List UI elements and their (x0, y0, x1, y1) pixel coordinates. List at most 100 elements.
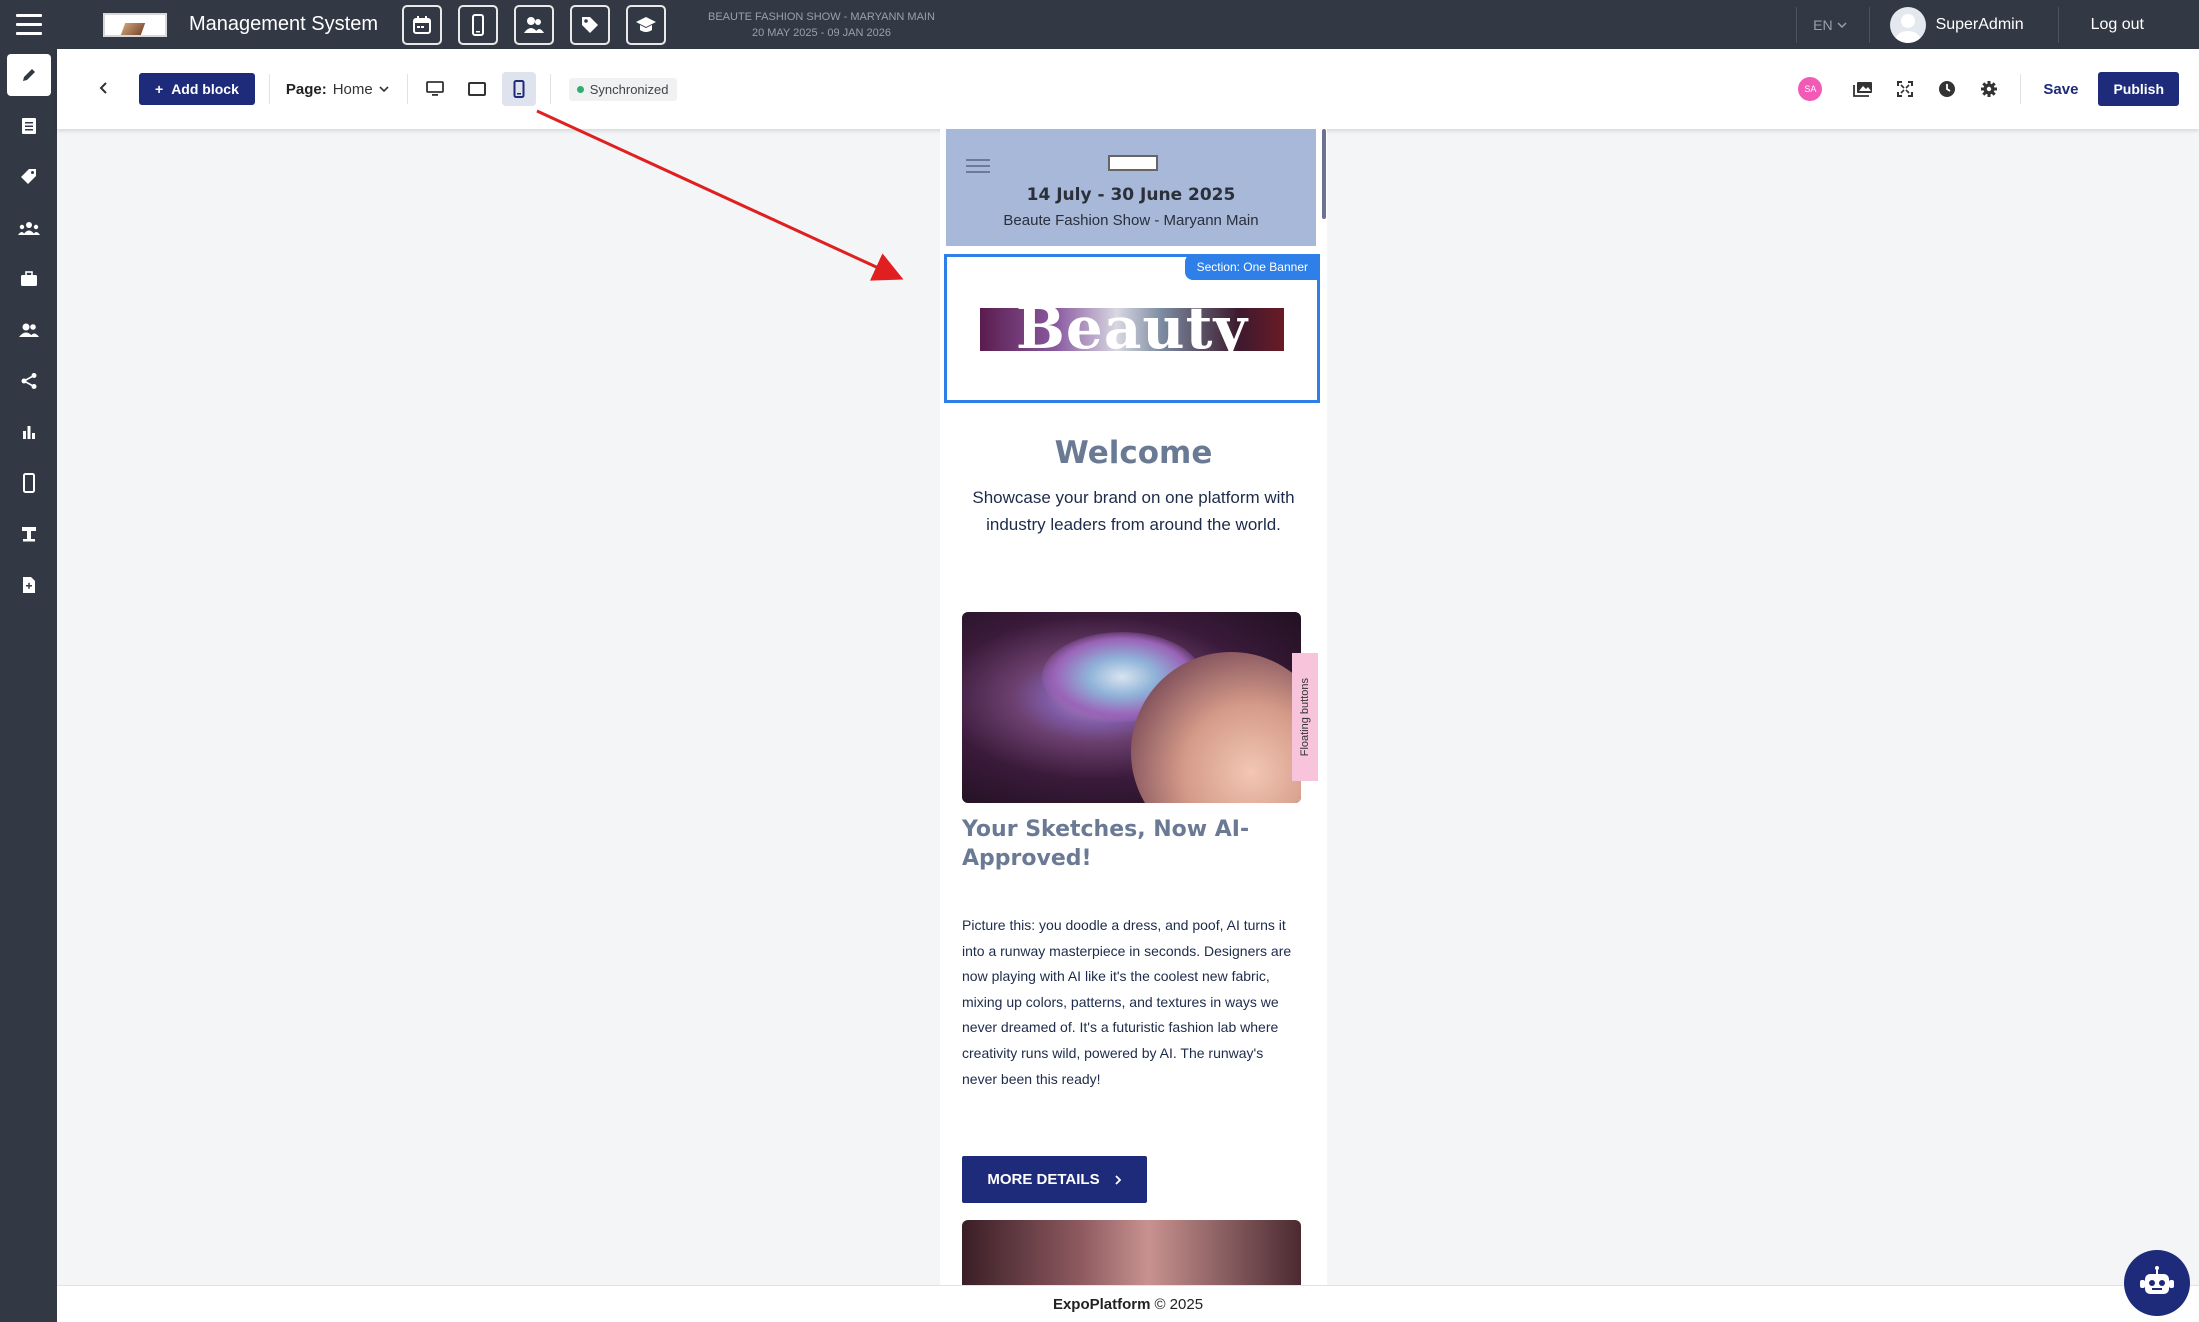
sidebar (0, 49, 57, 1322)
mobile-view-button[interactable] (501, 72, 536, 106)
floating-buttons-label: Floating buttons (1299, 677, 1311, 757)
sidebar-item-mobile[interactable] (0, 457, 57, 508)
add-block-label: Add block (171, 81, 239, 97)
page-select[interactable]: Page: Home (286, 81, 389, 98)
divider (1868, 6, 1870, 43)
section-tag[interactable]: Section: One Banner (1184, 254, 1320, 280)
add-block-button[interactable]: + Add block (139, 73, 255, 105)
username[interactable]: SuperAdmin (1936, 16, 2024, 34)
banner-image: Beauty (980, 308, 1284, 351)
editor-toolbar: + Add block Page: Home Synchronized SA S… (57, 49, 2199, 129)
calendar-icon[interactable] (401, 4, 442, 45)
app-title: Management System (189, 13, 378, 35)
divider (549, 74, 551, 104)
welcome-title: Welcome (1054, 435, 1213, 471)
preview-scrollbar[interactable] (1322, 129, 1326, 219)
footer-copyright: © 2025 (1154, 1295, 1204, 1313)
event-logo (1108, 155, 1158, 171)
card-image-2 (962, 1220, 1301, 1285)
mobile-icon (22, 472, 35, 493)
graduation-cap-icon[interactable] (625, 4, 666, 45)
tag-icon[interactable] (569, 4, 610, 45)
booth-icon (21, 526, 36, 541)
language-label: EN (1813, 16, 1833, 33)
banner-section[interactable]: Section: One Banner Beauty (944, 254, 1320, 403)
preview-dates: 14 July - 30 June 2025 (1026, 185, 1236, 205)
chevron-right-icon (1114, 1174, 1121, 1185)
publish-button[interactable]: Publish (2098, 72, 2179, 106)
sidebar-item-pages[interactable] (0, 100, 57, 151)
plus-icon: + (155, 81, 164, 97)
sidebar-item-exhibitors[interactable] (0, 253, 57, 304)
chevron-down-icon (379, 86, 389, 93)
floating-buttons-tab[interactable]: Floating buttons (1292, 653, 1318, 781)
status-dot (576, 85, 584, 93)
sidebar-item-analytics[interactable] (0, 406, 57, 457)
document-icon (22, 576, 35, 593)
logout-link[interactable]: Log out (2091, 16, 2144, 34)
page-label: Page: (285, 80, 327, 98)
sync-status-label: Synchronized (589, 81, 669, 97)
desktop-icon (425, 81, 444, 96)
desktop-view-button[interactable] (418, 72, 452, 106)
sidebar-item-share[interactable] (0, 355, 57, 406)
sidebar-item-groups[interactable] (0, 202, 57, 253)
topbar-right: EN SuperAdmin Log out (1796, 0, 2199, 49)
divider (406, 74, 408, 104)
group-icon (17, 221, 40, 235)
user-badge[interactable]: SA (1798, 77, 1823, 101)
event-name: BEAUTE FASHION SHOW - MARYANN MAIN (707, 10, 935, 23)
sync-status: Synchronized (568, 77, 677, 101)
tag-icon (20, 168, 36, 184)
chevron-down-icon (1837, 21, 1847, 28)
tablet-view-button[interactable] (460, 72, 494, 106)
footer: ExpoPlatform © 2025 (57, 1285, 2199, 1322)
card-image (962, 612, 1301, 803)
sidebar-item-tags[interactable] (0, 151, 57, 202)
top-bar: Management System BEAUTE FASHION SHOW - … (0, 0, 2199, 49)
briefcase-icon (20, 270, 37, 286)
top-nav-icons (401, 4, 666, 45)
sidebar-item-booth[interactable] (0, 508, 57, 559)
preview-header[interactable]: 14 July - 30 June 2025 Beaute Fashion Sh… (946, 129, 1316, 246)
card-title: Your Sketches, Now AI-Approved! (962, 817, 1250, 871)
history-icon[interactable] (1936, 78, 1958, 100)
chevron-left-icon (99, 81, 107, 94)
media-gallery-icon[interactable] (1852, 78, 1874, 100)
settings-gear-icon[interactable] (1978, 78, 2000, 100)
event-info: BEAUTE FASHION SHOW - MARYANN MAIN 20 MA… (708, 9, 935, 41)
language-select[interactable]: EN (1797, 17, 1868, 33)
page-value: Home (332, 80, 373, 98)
sidebar-item-people[interactable] (0, 304, 57, 355)
welcome-text: Showcase your brand on one platform with… (972, 488, 1295, 534)
footer-brand[interactable]: ExpoPlatform (1053, 1296, 1151, 1313)
avatar[interactable] (1889, 6, 1926, 43)
sidebar-item-editor[interactable] (0, 49, 57, 100)
more-details-label: MORE DETAILS (987, 1171, 1100, 1188)
toolbar-right: SA Save Publish (1798, 49, 2199, 129)
save-button[interactable]: Save (2043, 81, 2078, 98)
app-logo[interactable] (103, 12, 167, 37)
mobile-icon (513, 80, 525, 98)
robot-icon (2140, 1266, 2174, 1294)
more-details-button[interactable]: MORE DETAILS (962, 1156, 1147, 1203)
mobile-preview: 14 July - 30 June 2025 Beaute Fashion Sh… (940, 129, 1327, 1285)
pencil-icon (22, 68, 35, 81)
menu-icon[interactable] (0, 0, 57, 49)
divider (2020, 74, 2022, 104)
people-icon (18, 323, 39, 337)
users-icon[interactable] (513, 4, 554, 45)
sidebar-item-documents[interactable] (0, 559, 57, 610)
bar-chart-icon (22, 425, 35, 439)
list-icon (21, 117, 36, 134)
preview-event-name: Beaute Fashion Show - Maryann Main (1003, 212, 1259, 229)
chatbot-button[interactable] (2124, 1250, 2190, 1316)
fullscreen-icon[interactable] (1894, 78, 1916, 100)
divider (268, 74, 270, 104)
banner-word: Beauty (1015, 308, 1249, 351)
back-button[interactable] (99, 78, 119, 101)
card-text: Picture this: you doodle a dress, and po… (962, 917, 1292, 1087)
menu-icon[interactable] (966, 155, 990, 177)
divider (2057, 6, 2059, 43)
mobile-icon[interactable] (457, 4, 498, 45)
